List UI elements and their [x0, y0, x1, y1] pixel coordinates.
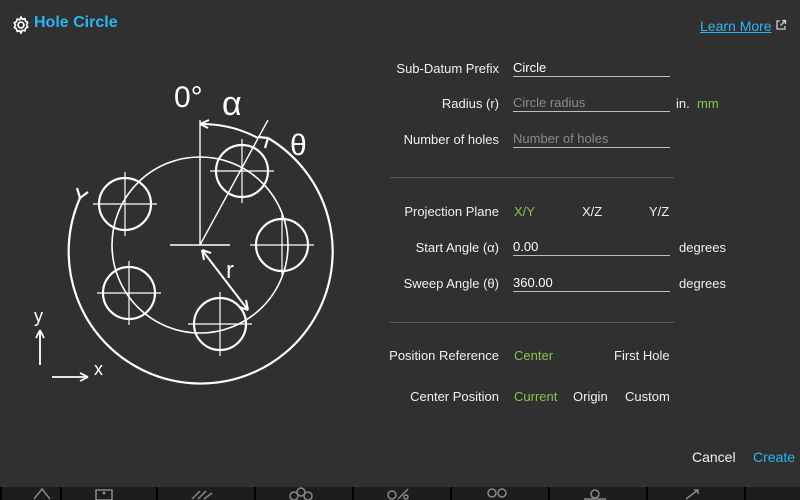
prefix-label: Sub-Datum Prefix	[396, 61, 499, 76]
bottom-toolbar	[0, 487, 800, 500]
dialog-title: Hole Circle	[34, 14, 118, 31]
toolbar-slot[interactable]	[352, 487, 452, 500]
center-position-label: Center Position	[410, 389, 499, 404]
position-reference-center[interactable]: Center	[514, 348, 553, 363]
external-link-icon[interactable]	[775, 19, 787, 31]
toolbar-slot[interactable]	[646, 487, 746, 500]
radius-label: Radius (r)	[441, 96, 499, 111]
hole-2	[93, 172, 157, 236]
unit-inch[interactable]: in.	[676, 96, 690, 111]
unit-mm[interactable]: mm	[697, 96, 719, 111]
toolbar-tool-icon	[685, 489, 699, 500]
position-reference-first-hole[interactable]: First Hole	[614, 348, 670, 363]
sweep-angle-input[interactable]: 360.00	[513, 274, 670, 292]
gear-icon	[13, 15, 29, 35]
center-position-custom[interactable]: Custom	[625, 389, 670, 404]
radius-label: r	[226, 257, 234, 284]
sweep-angle-unit: degrees	[679, 276, 726, 291]
hole-1	[210, 139, 274, 203]
toolbar-slot[interactable]	[156, 487, 256, 500]
create-button[interactable]: Create	[753, 449, 795, 465]
toolbar-slot[interactable]	[254, 487, 354, 500]
toolbar-slot[interactable]	[60, 487, 158, 500]
holes-input[interactable]: Number of holes	[513, 130, 670, 148]
sweep-arrow	[257, 135, 270, 149]
toolbar-slot[interactable]	[450, 487, 550, 500]
divider	[390, 177, 674, 178]
sweep-angle-label: Sweep Angle (θ)	[403, 276, 499, 291]
y-axis-label: y	[34, 306, 43, 326]
x-axis-label: x	[94, 359, 103, 379]
divider	[390, 322, 674, 323]
plane-option-xy[interactable]: X/Y	[514, 204, 535, 219]
prefix-input[interactable]: Circle	[513, 59, 670, 77]
toolbar-tool-icon	[289, 487, 313, 500]
plane-option-xz[interactable]: X/Z	[582, 204, 602, 219]
holes-label: Number of holes	[403, 132, 499, 147]
hole-circle-dialog: Hole Circle Learn More 0° α θ r y x Sub-…	[0, 0, 800, 487]
toolbar-tool-icon	[487, 488, 507, 498]
start-angle-input[interactable]: 0.00	[513, 238, 670, 256]
hole-3	[250, 213, 314, 277]
radius-input[interactable]: Circle radius	[513, 94, 670, 112]
cancel-button[interactable]: Cancel	[692, 449, 736, 465]
dialog-header: Hole Circle Learn More	[0, 0, 800, 50]
toolbar-slot[interactable]	[0, 487, 62, 500]
position-reference-label: Position Reference	[389, 348, 499, 363]
start-angle-label: Start Angle (α)	[415, 240, 499, 255]
toolbar-tool-icon	[387, 488, 409, 500]
center-position-current[interactable]: Current	[514, 389, 557, 404]
toolbar-tool-icon	[584, 489, 606, 500]
center-position-origin[interactable]: Origin	[573, 389, 608, 404]
toolbar-slot[interactable]	[548, 487, 648, 500]
projection-plane-label: Projection Plane	[404, 204, 499, 219]
learn-more-link[interactable]: Learn More	[700, 18, 772, 34]
theta-label: θ	[290, 129, 307, 162]
toolbar-slot[interactable]	[744, 487, 800, 500]
start-angle-unit: degrees	[679, 240, 726, 255]
alpha-label: α	[222, 85, 242, 123]
hole-circle-diagram: 0° α θ r y x	[34, 81, 334, 385]
plane-option-yz[interactable]: Y/Z	[649, 204, 669, 219]
toolbar-tool-icon	[95, 489, 113, 500]
alpha-arc	[199, 122, 259, 139]
toolbar-tool-icon	[191, 490, 213, 500]
zero-angle-label: 0°	[174, 81, 203, 114]
toolbar-tool-icon	[33, 487, 51, 500]
hole-4	[97, 261, 161, 325]
